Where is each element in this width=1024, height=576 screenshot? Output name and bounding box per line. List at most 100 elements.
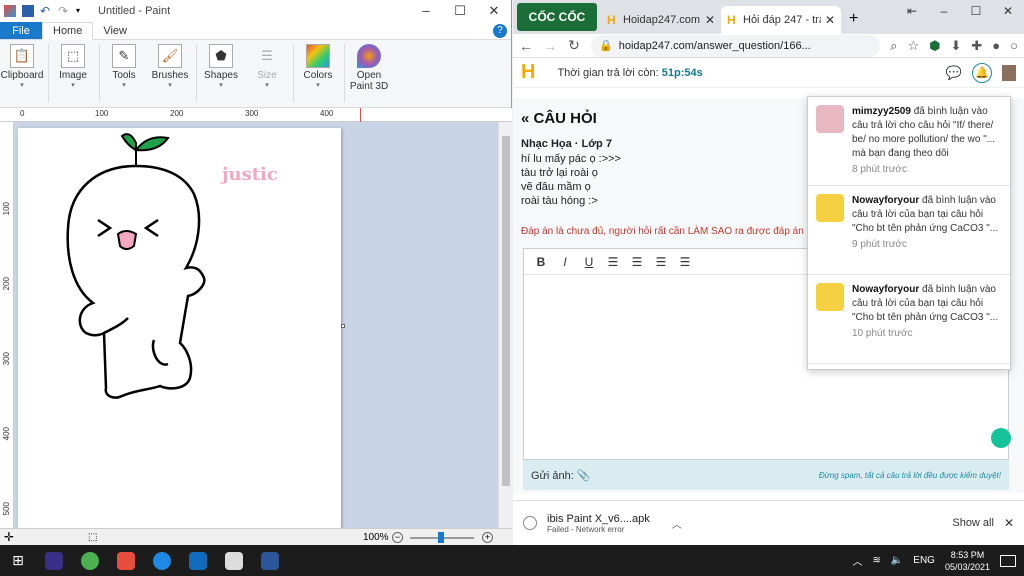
show-all-button[interactable]: Show all [952, 517, 994, 529]
coccoc-icon [81, 551, 99, 570]
close-download-bar-icon[interactable]: ✕ [1004, 516, 1014, 530]
tab-view[interactable]: View [93, 22, 137, 39]
lock-icon: 🔒 [599, 40, 613, 52]
horizontal-ruler: 0 100 200 300 400 [0, 108, 512, 122]
taskbar: ⊞ ︿ ≋ 🔈 ENG 8:53 PM 05/03/2021 [0, 545, 1024, 576]
notification-item[interactable]: Nowayforyour đã bình luận vào câu trả lờ… [808, 186, 1010, 275]
pikachu-avatar-icon [816, 194, 844, 222]
back-icon[interactable]: ← [519, 38, 533, 54]
undo-icon[interactable]: ↶ [40, 5, 52, 17]
bookmark-star-icon[interactable]: ☆ [907, 38, 919, 54]
ruler-tick: 400 [2, 427, 11, 441]
underline-icon[interactable]: U [582, 255, 596, 269]
close-button[interactable]: ✕ [992, 4, 1024, 18]
avatar[interactable] [1002, 64, 1016, 81]
bell-icon[interactable]: 🔔 [972, 62, 992, 83]
extension-badge-icon[interactable]: ⬢ [929, 38, 940, 54]
vertical-scrollbar[interactable] [498, 122, 512, 528]
brushes-group[interactable]: 🖌 Brushes ▾ [150, 44, 190, 89]
question-body: hí lu mấy pác ọ :>>> tàu trở lại roài ọ … [521, 153, 621, 207]
close-button[interactable]: ✕ [477, 3, 511, 19]
language-indicator[interactable]: ENG [913, 555, 935, 566]
customize-icon[interactable]: ▾ [76, 5, 88, 17]
canvas-text: justic [220, 164, 278, 185]
taskbar-app[interactable] [216, 545, 252, 576]
zalo-icon [153, 551, 171, 570]
tab-file[interactable]: File [0, 22, 42, 39]
ruler-tick: 100 [2, 202, 11, 216]
maximize-button[interactable]: ☐ [443, 3, 477, 19]
open-paint3d-button[interactable]: Open Paint 3D [349, 44, 389, 92]
chat-icon[interactable]: 💬 [946, 65, 962, 81]
save-icon[interactable] [22, 5, 34, 17]
forward-icon[interactable]: → [543, 38, 557, 54]
italic-icon[interactable]: I [558, 255, 572, 269]
tab-home[interactable]: Home [42, 22, 94, 40]
tab-search-icon[interactable]: ⇤ [896, 4, 928, 18]
maximize-button[interactable]: ☐ [960, 4, 992, 18]
notification-item[interactable]: Nowayforyour đã bình luận vào câu trả lờ… [808, 275, 1010, 364]
bold-icon[interactable]: B [534, 255, 548, 269]
align-right-icon[interactable]: ☰ [654, 255, 668, 269]
notification-item[interactable]: mimzyy2509 đã bình luận vào câu trả lời … [808, 97, 1010, 186]
zoom-out-button[interactable]: − [392, 531, 403, 543]
minimize-button[interactable]: – [928, 4, 960, 18]
taskbar-app[interactable] [108, 545, 144, 576]
colors-group[interactable]: Colors ▾ [298, 44, 338, 89]
clipboard-group[interactable]: 📋 Clipboard ▾ [1, 44, 43, 89]
address-bar-row: ← → ↻ 🔒 hoidap247.com/answer_question/16… [513, 34, 1024, 58]
drawing-canvas[interactable]: justic [18, 128, 345, 528]
taskbar-app[interactable] [252, 545, 288, 576]
zoom-in-button[interactable]: + [482, 531, 493, 543]
tools-group[interactable]: ✎ Tools ▾ [104, 44, 144, 89]
close-tab-icon[interactable]: ✕ [705, 13, 715, 27]
taskbar-app[interactable] [72, 545, 108, 576]
resize-handle[interactable] [341, 324, 345, 328]
align-center-icon[interactable]: ☰ [630, 255, 644, 269]
windows-start-icon[interactable]: ⊞ [0, 552, 36, 569]
align-left-icon[interactable]: ☰ [606, 255, 620, 269]
taskbar-app[interactable] [36, 545, 72, 576]
scroll-thumb[interactable] [502, 136, 510, 486]
app-icon [189, 551, 207, 570]
speaker-icon[interactable]: 🔈 [891, 555, 903, 566]
menu-icon[interactable]: ○ [1010, 38, 1018, 53]
image-group[interactable]: ⬚ Image ▾ [53, 44, 93, 89]
tools-icon: ✎ [112, 44, 136, 68]
coccoc-logo[interactable]: CỐC CỐC [517, 3, 597, 31]
close-tab-icon[interactable]: ✕ [825, 13, 835, 27]
notification-center-icon[interactable] [1000, 554, 1016, 567]
taskbar-app[interactable] [144, 545, 180, 576]
browser-tab-active[interactable]: H Hỏi đáp 247 - trả ✕ [721, 6, 841, 34]
upload-image-label[interactable]: Gửi ảnh: 📎 [531, 469, 591, 482]
moderation-hint: Đừng spam, tất cả câu trả lời đều được k… [818, 470, 1001, 480]
shapes-group[interactable]: ⬟ Shapes ▾ [201, 44, 241, 89]
wifi-icon[interactable]: ≋ [872, 555, 880, 566]
new-tab-button[interactable]: + [841, 10, 866, 34]
site-logo[interactable]: H [521, 61, 535, 84]
avatar [816, 105, 844, 133]
grammarly-icon[interactable] [991, 428, 1011, 448]
url-field[interactable]: 🔒 hoidap247.com/answer_question/166... [591, 34, 881, 57]
zoom-slider-knob[interactable] [438, 532, 444, 543]
extensions-puzzle-icon[interactable]: ✚ [971, 38, 982, 54]
browser-tab[interactable]: H Hoidap247.com - tr ✕ [601, 6, 721, 34]
taskbar-app[interactable] [180, 545, 216, 576]
download-item[interactable]: ibis Paint X_v6....apk Failed - Network … [547, 513, 650, 534]
zoom-icon[interactable]: ⌕ [890, 38, 897, 54]
justify-icon[interactable]: ☰ [678, 255, 692, 269]
paint-workspace: justic [14, 122, 498, 528]
chevron-up-icon[interactable]: ︿ [852, 553, 862, 568]
ruler-tick: 500 [2, 502, 11, 516]
palette-icon [306, 44, 330, 68]
profile-icon[interactable]: ● [992, 38, 1000, 53]
reload-icon[interactable]: ↻ [567, 37, 581, 54]
redo-icon[interactable]: ↷ [58, 5, 70, 17]
help-icon[interactable]: ? [493, 24, 507, 38]
question-subject: Nhạc Họa · Lớp 7 [521, 138, 612, 150]
ruler-tick: 100 [95, 109, 109, 118]
download-icon[interactable]: ⬇ [950, 38, 961, 54]
clock[interactable]: 8:53 PM 05/03/2021 [945, 549, 990, 573]
chevron-up-icon[interactable]: ︿ [672, 516, 682, 531]
minimize-button[interactable]: – [409, 3, 443, 19]
